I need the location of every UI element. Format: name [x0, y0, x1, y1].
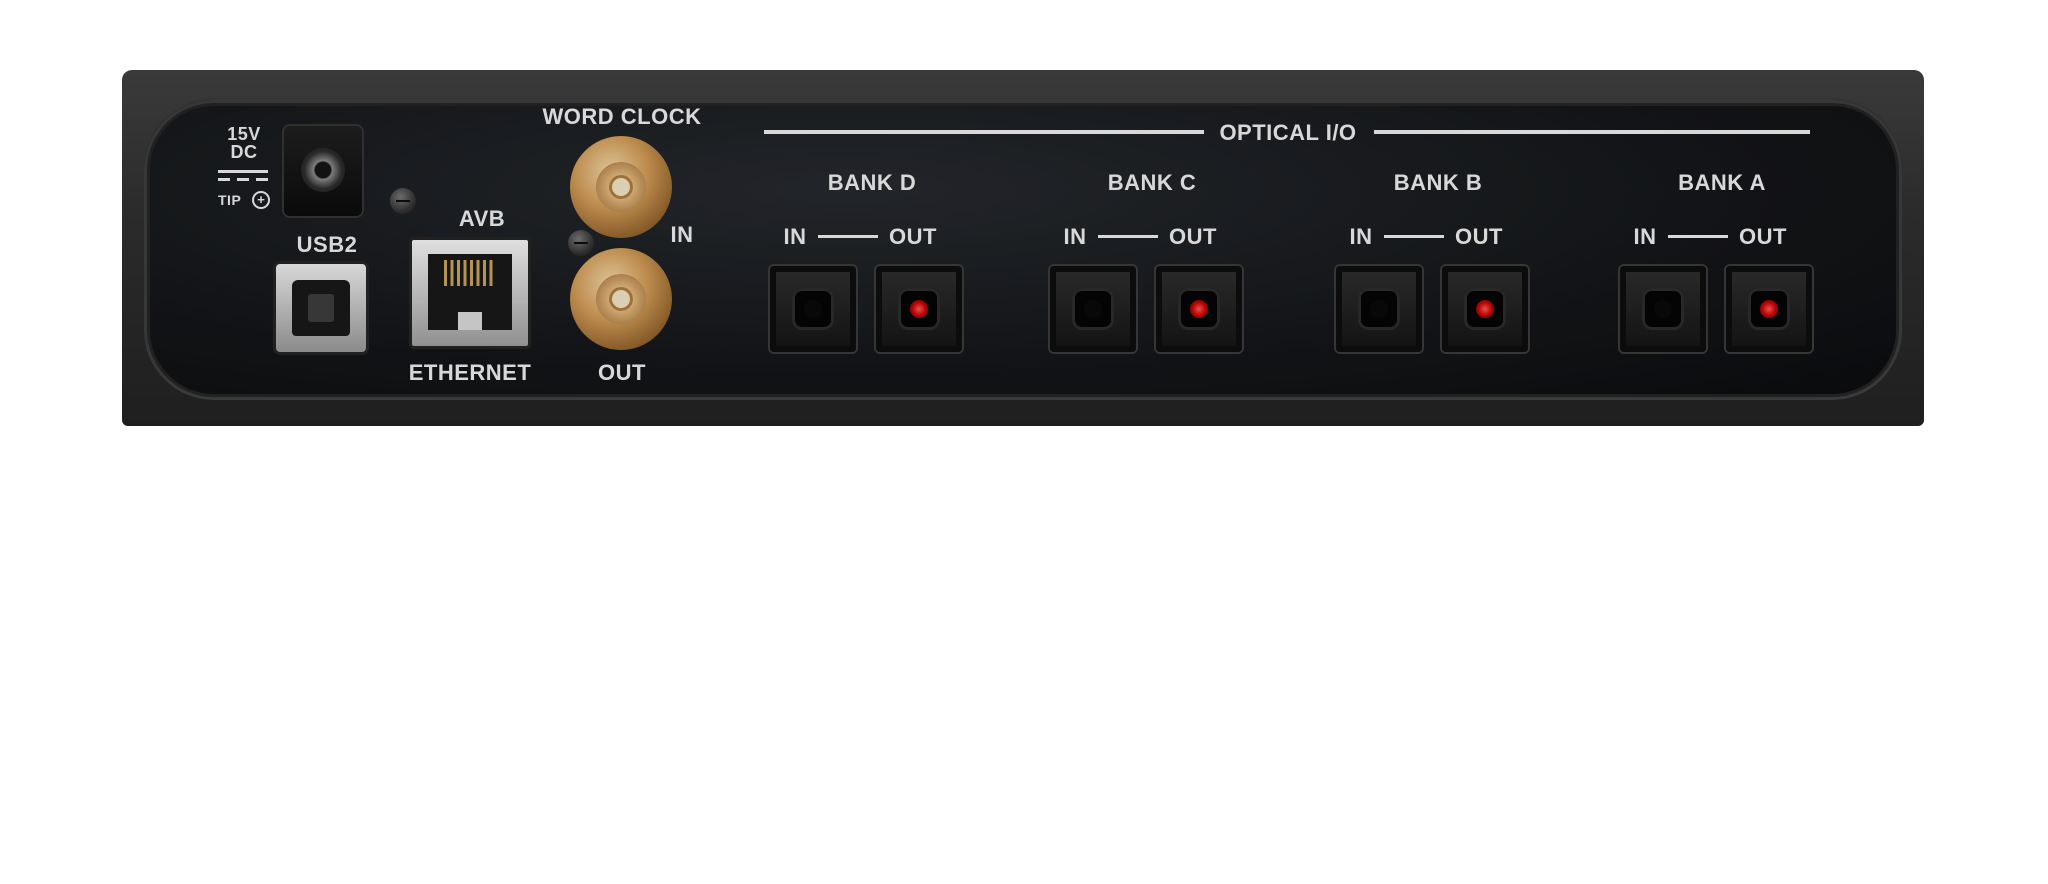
word-clock-in-bnc[interactable] [570, 136, 672, 238]
optical-led [910, 300, 928, 318]
product-scene: 15V DC TIP + USB2 AVB ETHERNET WORD CLOC… [0, 0, 2048, 884]
optical-port-receiver [1084, 300, 1102, 318]
mount-screw [390, 188, 416, 214]
optical-led [1476, 300, 1494, 318]
word-clock-in-label: IN [670, 222, 694, 247]
dc-power-jack[interactable] [284, 126, 362, 216]
usb-port-cavity [292, 280, 350, 336]
optical-out-port[interactable] [1442, 266, 1528, 352]
optical-bank-c: BANK C IN OUT [1050, 70, 1252, 426]
optical-port-receiver [1370, 300, 1388, 318]
plus-circle-icon: + [252, 191, 270, 209]
bank-name: BANK C [1107, 170, 1197, 195]
optical-led [1190, 300, 1208, 318]
avb-label: AVB [458, 206, 506, 231]
bank-in-out-line [1668, 235, 1728, 238]
bank-in-label: IN [1633, 224, 1657, 249]
ethernet-label: ETHERNET [408, 360, 532, 385]
optical-bank-a: BANK A IN OUT [1620, 70, 1822, 426]
bnc-pin [612, 290, 630, 308]
bank-name: BANK A [1678, 170, 1766, 195]
optical-in-port[interactable] [1336, 266, 1422, 352]
bank-in-label: IN [1063, 224, 1087, 249]
bank-name: BANK B [1393, 170, 1483, 195]
optical-bank-d: BANK D IN OUT [770, 70, 972, 426]
bank-out-label: OUT [1739, 224, 1787, 249]
optical-out-port[interactable] [1156, 266, 1242, 352]
optical-in-port[interactable] [1620, 266, 1706, 352]
bank-out-label: OUT [1455, 224, 1503, 249]
usb-port-tongue [308, 294, 334, 322]
bank-in-label: IN [783, 224, 807, 249]
ethernet-port[interactable] [412, 240, 528, 346]
optical-bank-b: BANK B IN OUT [1336, 70, 1538, 426]
dc-symbol-dashes [218, 178, 268, 181]
interface-rear-panel: 15V DC TIP + USB2 AVB ETHERNET WORD CLOC… [122, 70, 1924, 426]
dc-symbol-line [218, 170, 268, 173]
reflection-fade [100, 428, 1950, 728]
bank-name: BANK D [827, 170, 917, 195]
optical-in-port[interactable] [1050, 266, 1136, 352]
ethernet-contacts [444, 260, 496, 286]
ethernet-port-cavity [428, 254, 512, 330]
bnc-pin [612, 178, 630, 196]
usb-label: USB2 [296, 232, 358, 257]
optical-port-receiver [804, 300, 822, 318]
bank-out-label: OUT [889, 224, 937, 249]
dc-jack-barrel [301, 148, 345, 192]
optical-out-port[interactable] [1726, 266, 1812, 352]
bank-out-label: OUT [1169, 224, 1217, 249]
bank-in-out-line [1098, 235, 1158, 238]
optical-in-port[interactable] [770, 266, 856, 352]
word-clock-out-label: OUT [598, 360, 646, 385]
bank-in-out-line [1384, 235, 1444, 238]
bank-in-label: IN [1349, 224, 1373, 249]
ethernet-latch [458, 312, 482, 330]
optical-led [1760, 300, 1778, 318]
power-type-label: DC [230, 142, 258, 162]
bank-in-out-line [818, 235, 878, 238]
usb-b-port[interactable] [276, 264, 366, 352]
optical-port-receiver [1654, 300, 1672, 318]
optical-out-port[interactable] [876, 266, 962, 352]
mount-screw [568, 230, 594, 256]
word-clock-title: WORD CLOCK [542, 104, 702, 129]
power-tip-label: TIP [218, 192, 242, 208]
word-clock-out-bnc[interactable] [570, 248, 672, 350]
